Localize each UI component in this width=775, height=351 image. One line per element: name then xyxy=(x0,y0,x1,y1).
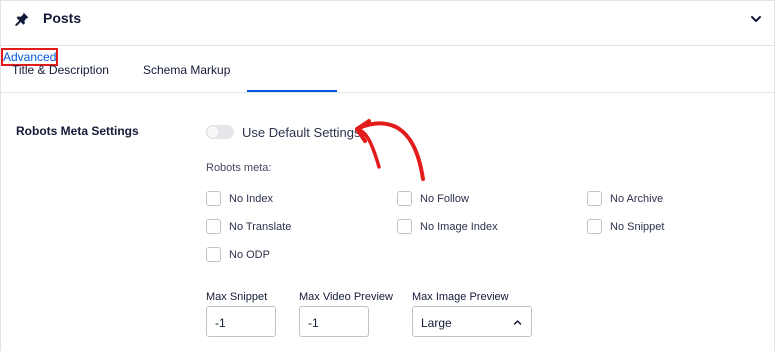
max-image-preview-value: Large xyxy=(421,316,452,330)
posts-panel: Posts Title & Description Schema Markup … xyxy=(0,0,775,351)
panel-title: Posts xyxy=(43,10,82,26)
max-image-preview-label: Max Image Preview xyxy=(412,291,509,303)
no-image-index-label: No Image Index xyxy=(420,221,498,233)
no-snippet-checkbox[interactable] xyxy=(587,219,602,234)
chevron-down-icon[interactable] xyxy=(749,12,763,26)
no-index-checkbox[interactable] xyxy=(206,191,221,206)
max-image-preview-select[interactable]: Large xyxy=(412,306,532,337)
robots-meta-settings-label: Robots Meta Settings xyxy=(16,124,139,138)
no-image-index-checkbox[interactable] xyxy=(397,219,412,234)
robots-meta-label: Robots meta: xyxy=(206,162,272,174)
no-odp-checkbox[interactable] xyxy=(206,247,221,262)
no-translate-checkbox[interactable] xyxy=(206,219,221,234)
no-follow-checkbox[interactable] xyxy=(397,191,412,206)
max-snippet-label: Max Snippet xyxy=(206,291,268,303)
no-archive-label: No Archive xyxy=(610,193,664,205)
no-archive-checkbox[interactable] xyxy=(587,191,602,206)
tab-bar: Title & Description Schema Markup Advanc… xyxy=(1,46,774,93)
toggle-knob xyxy=(207,126,219,138)
max-video-preview-input[interactable]: -1 xyxy=(299,306,369,337)
chevron-up-icon xyxy=(513,320,522,325)
no-follow-label: No Follow xyxy=(420,193,469,205)
use-default-settings-toggle[interactable] xyxy=(206,125,234,139)
no-odp-label: No ODP xyxy=(229,249,270,261)
no-translate-label: No Translate xyxy=(229,221,292,233)
max-snippet-input[interactable]: -1 xyxy=(206,306,276,337)
panel-header[interactable]: Posts xyxy=(1,1,774,46)
tab-title-description[interactable]: Title & Description xyxy=(12,63,109,77)
pin-icon xyxy=(15,12,29,26)
tab-schema-markup[interactable]: Schema Markup xyxy=(143,63,230,77)
max-video-preview-label: Max Video Preview xyxy=(299,291,393,303)
no-snippet-label: No Snippet xyxy=(610,221,665,233)
red-arrow-annotation xyxy=(355,119,425,181)
active-tab-indicator xyxy=(247,90,337,92)
no-index-label: No Index xyxy=(229,193,274,205)
